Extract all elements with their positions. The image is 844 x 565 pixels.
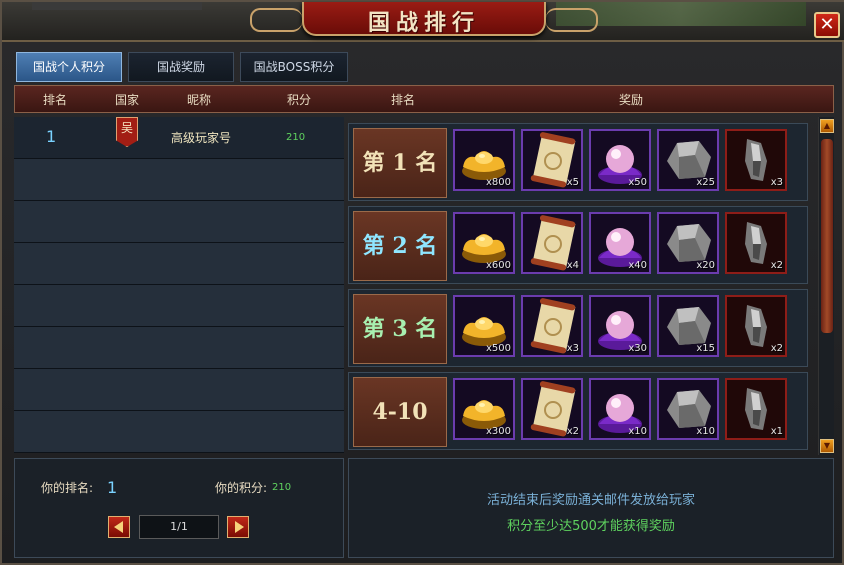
col-reward-rank: 排名 <box>391 93 416 107</box>
reward-item[interactable]: x300 <box>453 378 515 440</box>
tab-rewards[interactable]: 国战奖励 <box>128 52 234 82</box>
ranking-row-empty <box>14 369 344 411</box>
reward-item[interactable]: x800 <box>453 129 515 191</box>
my-rank-label: 你的排名: <box>41 481 94 495</box>
reward-item-count: x800 <box>485 177 511 188</box>
window-title: 国战排行 <box>367 10 480 36</box>
close-button[interactable]: ✕ <box>814 12 840 38</box>
reward-item-count: x5 <box>566 177 579 188</box>
reward-row: 第 2 名 x600 x4 x40 x20 x2 <box>348 206 808 284</box>
ranking-row-empty <box>14 285 344 327</box>
col-reward: 奖励 <box>619 93 644 107</box>
reward-item-count: x10 <box>628 426 647 437</box>
reward-item-count: x2 <box>770 260 783 271</box>
reward-item[interactable]: x3 <box>521 295 583 357</box>
arrow-right-icon <box>235 521 244 533</box>
ranking-row-empty <box>14 159 344 201</box>
scroll-up-icon[interactable]: ▲ <box>820 119 834 133</box>
reward-item-count: x600 <box>485 260 511 271</box>
reward-item-count: x3 <box>770 177 783 188</box>
reward-item[interactable]: x5 <box>521 129 583 191</box>
title-bar-decoration <box>32 2 202 10</box>
reward-item-count: x300 <box>485 426 511 437</box>
reward-rank-label: 第 2 名 <box>353 211 447 281</box>
reward-item[interactable]: x10 <box>589 378 651 440</box>
scroll-thumb[interactable] <box>821 139 833 333</box>
reward-item-count: x2 <box>566 426 579 437</box>
reward-item-count: x40 <box>628 260 647 271</box>
col-rank: 排名 <box>43 93 68 107</box>
notice-minimum-score: 积分至少达500才能获得奖励 <box>507 519 675 534</box>
col-country: 国家 <box>115 93 140 107</box>
ranking-rank: 1 <box>46 127 57 146</box>
prev-page-button[interactable] <box>108 516 130 538</box>
ranking-list: 1 吴 高级玩家号 210 <box>14 117 344 453</box>
reward-item-count: x2 <box>770 343 783 354</box>
reward-row: 第 1 名 x800 x5 x50 x25 x3 <box>348 123 808 201</box>
notice-panel: 活动结束后奖励通关邮件发放给玩家 积分至少达500才能获得奖励 <box>348 458 834 558</box>
reward-item-count: x15 <box>696 343 715 354</box>
reward-item-count: x4 <box>566 260 579 271</box>
reward-item[interactable]: x25 <box>657 129 719 191</box>
reward-item[interactable]: x10 <box>657 378 719 440</box>
my-rank-value: 1 <box>107 478 118 497</box>
reward-item-count: x25 <box>696 177 715 188</box>
next-page-button[interactable] <box>227 516 249 538</box>
ranking-row[interactable]: 1 吴 高级玩家号 210 <box>14 117 344 159</box>
my-status-panel: 你的排名: 1 你的积分: 210 1/1 <box>14 458 344 558</box>
ranking-window: 国战排行 ✕ 国战个人积分 国战奖励 国战BOSS积分 排名 国家 昵称 积分 … <box>0 0 844 565</box>
ranking-row-empty <box>14 411 344 453</box>
reward-item[interactable]: x4 <box>521 212 583 274</box>
col-score: 积分 <box>287 93 312 107</box>
reward-item-count: x1 <box>770 426 783 437</box>
title-bar: 国战排行 ✕ <box>2 2 844 42</box>
reward-row: 4-10 x300 x2 x10 x10 x1 <box>348 372 808 450</box>
tab-boss-score[interactable]: 国战BOSS积分 <box>240 52 348 82</box>
reward-item-count: x10 <box>696 426 715 437</box>
my-score-label: 你的积分: <box>215 481 268 495</box>
reward-item[interactable]: x20 <box>657 212 719 274</box>
page-indicator: 1/1 <box>139 515 219 539</box>
reward-item[interactable]: x30 <box>589 295 651 357</box>
reward-item[interactable]: x3 <box>725 129 787 191</box>
title-plate: 国战排行 <box>250 2 598 36</box>
reward-item[interactable]: x600 <box>453 212 515 274</box>
reward-item[interactable]: x40 <box>589 212 651 274</box>
reward-item-count: x50 <box>628 177 647 188</box>
reward-rank-label: 第 3 名 <box>353 294 447 364</box>
tab-personal-score[interactable]: 国战个人积分 <box>16 52 122 82</box>
reward-rank-label: 第 1 名 <box>353 128 447 198</box>
reward-item[interactable]: x50 <box>589 129 651 191</box>
reward-item[interactable]: x1 <box>725 378 787 440</box>
col-nickname: 昵称 <box>187 93 212 107</box>
reward-item[interactable]: x500 <box>453 295 515 357</box>
reward-row: 第 3 名 x500 x3 x30 x15 x2 <box>348 289 808 367</box>
arrow-left-icon <box>114 521 123 533</box>
scroll-down-icon[interactable]: ▼ <box>820 439 834 453</box>
reward-item-count: x3 <box>566 343 579 354</box>
ranking-score: 210 <box>286 132 306 143</box>
country-banner: 吴 <box>116 117 138 147</box>
my-score-value: 210 <box>272 482 292 493</box>
ranking-row-empty <box>14 243 344 285</box>
reward-item[interactable]: x2 <box>725 295 787 357</box>
close-icon: ✕ <box>819 14 835 35</box>
column-header: 排名 国家 昵称 积分 排名 奖励 <box>14 85 834 113</box>
reward-rank-label: 4-10 <box>353 377 447 447</box>
scrollbar[interactable]: ▲ ▼ <box>818 117 834 455</box>
reward-item-count: x20 <box>696 260 715 271</box>
notice-mail: 活动结束后奖励通关邮件发放给玩家 <box>486 493 695 508</box>
ranking-row-empty <box>14 201 344 243</box>
reward-item-count: x500 <box>485 343 511 354</box>
reward-item-count: x30 <box>628 343 647 354</box>
reward-item[interactable]: x2 <box>725 212 787 274</box>
reward-panel: 第 1 名 x800 x5 x50 x25 x3 第 2 名 x600 x4 x40 x20 x2 第 … <box>348 117 816 455</box>
ranking-nickname: 高级玩家号 <box>171 131 232 145</box>
reward-item[interactable]: x15 <box>657 295 719 357</box>
ranking-row-empty <box>14 327 344 369</box>
reward-item[interactable]: x2 <box>521 378 583 440</box>
